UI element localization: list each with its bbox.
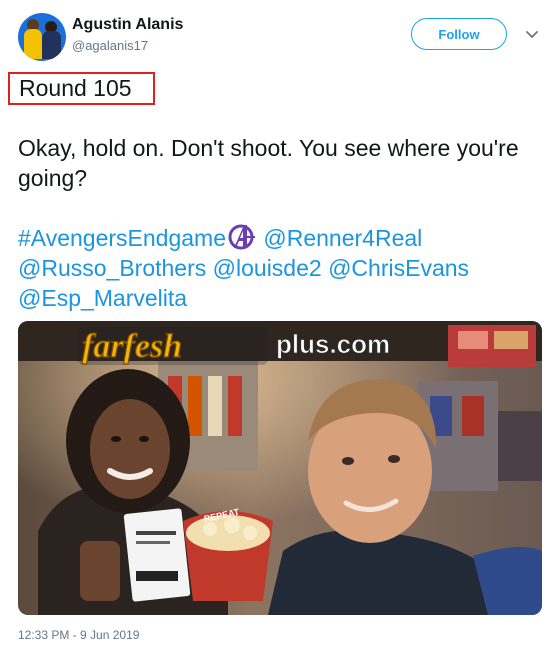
watermark-farfesh: farfesh	[82, 328, 182, 365]
annotation-box: Round 105	[8, 72, 155, 105]
display-name[interactable]: Agustin Alanis	[72, 16, 183, 34]
mention-link[interactable]: @Esp_Marvelita	[18, 285, 187, 311]
avengers-logo-icon	[228, 224, 255, 250]
tweet-timestamp[interactable]: 12:33 PM - 9 Jun 2019	[18, 628, 139, 642]
watermark-plus: plus.com	[276, 329, 390, 359]
user-handle[interactable]: @agalanis17	[72, 38, 148, 53]
hashtag-link[interactable]: #AvengersEndgame	[18, 225, 226, 251]
selfie-image: REPEAT farfesh plus.com	[18, 321, 542, 615]
mention-link[interactable]: @louisde2	[213, 255, 322, 281]
mention-link[interactable]: @ChrisEvans	[328, 255, 469, 281]
mention-link[interactable]: @Renner4Real	[263, 225, 422, 251]
follow-button[interactable]: Follow	[411, 18, 507, 50]
tweet-photo[interactable]: REPEAT farfesh plus.com	[18, 321, 542, 615]
mention-link[interactable]: @Russo_Brothers	[18, 255, 206, 281]
tweet-text: Okay, hold on. Don't shoot. You see wher…	[18, 135, 519, 191]
chevron-down-icon[interactable]	[524, 26, 540, 42]
avatar[interactable]	[18, 13, 66, 61]
tweet-tags: #AvengersEndgame @Renner4Real @Russo_Bro…	[18, 223, 543, 313]
